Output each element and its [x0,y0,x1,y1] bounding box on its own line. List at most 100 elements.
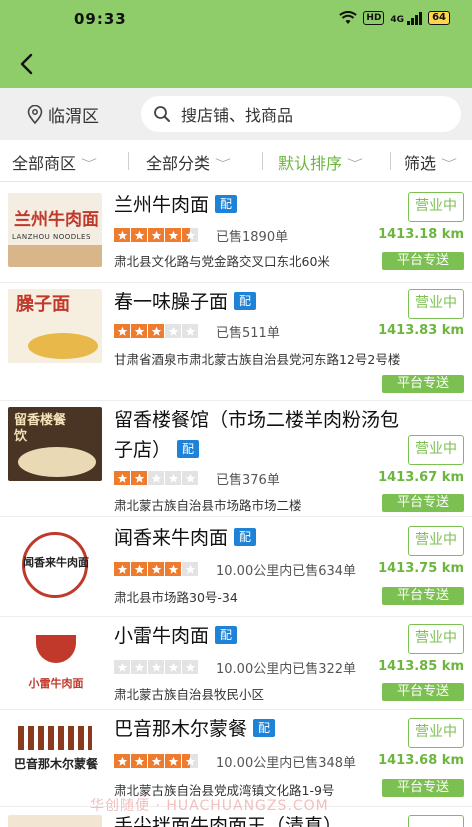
shop-item[interactable]: 闻香来牛肉面 闻香来牛肉面配 10.00公里内已售634单 肃北县市场路30号-… [0,517,472,617]
shop-thumbnail: 闻香来牛肉面 [8,530,102,604]
shop-name: 兰州牛肉面配 [114,190,238,220]
star-icon [131,471,147,485]
filter-area[interactable]: 全部商区 ﹀ [12,150,98,174]
thumb-subtitle: LANZHOU NOODLES [12,233,91,241]
shop-item[interactable]: 臊子面 春一味臊子面配 已售511单 甘肃省酒泉市肃北蒙古族自治县党河东路12号… [0,283,472,401]
shop-address: 肃北县市场路30号-34 [114,590,238,605]
filter-divider [390,152,391,170]
rating-stars [114,228,198,242]
star-icon [165,324,181,338]
star-icon [114,562,130,576]
star-icon [114,754,130,768]
rating-stars [114,660,198,674]
back-button[interactable] [14,50,40,78]
shop-item[interactable]: 巴音那木尔蒙餐 巴音那木尔蒙餐配 10.00公里内已售348单 肃北蒙古族自治县… [0,710,472,807]
chevron-down-icon: ﹀ [81,158,98,170]
open-status-button[interactable]: 营业中 [408,624,464,654]
battery-icon: 64 [428,11,450,25]
star-icon [148,324,164,338]
shop-name-text: 巴音那木尔蒙餐 [114,718,248,740]
search-bar: 临渭区 搜店铺、找商品 [0,88,472,140]
shop-name-text: 小雷牛肉面 [114,625,210,647]
open-status-button[interactable]: 营业中 [408,718,464,748]
rating-stars [114,754,198,768]
shop-name: 小雷牛肉面配 [114,621,238,651]
delivery-badge: 配 [215,626,238,644]
sold-count: 已售511单 [216,326,280,341]
nav-bar [0,40,472,88]
status-bar: 09:33 HD 4G 64 [0,0,472,40]
thumb-title: 闻香来牛肉面 [23,556,89,569]
star-icon [148,228,164,242]
shop-item[interactable]: 留香楼餐饮 留香楼餐馆（市场二楼羊肉粉汤包 子店） 配 已售376单 肃北蒙古族自… [0,401,472,517]
filter-area-label: 全部商区 [12,154,77,173]
shop-item[interactable]: 兰州牛肉面 LANZHOU NOODLES 兰州牛肉面配 已售1890单 肃北县… [0,182,472,283]
sold-count: 10.00公里内已售634单 [216,564,357,579]
hd-icon: HD [363,11,385,25]
delivery-badge: 配 [234,528,257,546]
star-icon [165,471,181,485]
shop-thumbnail: 臊子面 [8,289,102,363]
shop-thumbnail: 留香楼餐饮 [8,407,102,481]
star-icon [131,660,147,674]
star-icon [131,754,147,768]
shop-thumbnail: 巴音那木尔蒙餐 [8,722,102,796]
delivery-badge: 配 [215,195,238,213]
filter-category-label: 全部分类 [146,154,211,173]
platform-delivery-badge: 平台专送 [382,683,464,701]
shop-address: 甘肃省酒泉市肃北蒙古族自治县党河东路12号2号楼 [114,352,401,367]
search-icon [154,106,170,122]
shop-item[interactable]: 小雷牛肉面 小雷牛肉面配 10.00公里内已售322单 肃北蒙古族自治县牧民小区… [0,617,472,710]
open-status-button[interactable] [408,815,464,827]
filter-sort[interactable]: 默认排序 ﹀ [278,150,363,174]
thumb-title: 兰州牛肉面 [14,210,99,230]
platform-delivery-badge: 平台专送 [382,587,464,605]
shop-address: 肃北蒙古族自治县市场路市场二楼 [114,498,302,513]
delivery-badge: 配 [177,440,200,458]
shop-name-line1: 留香楼餐馆（市场二楼羊肉粉汤包 [114,409,400,431]
star-icon [182,324,198,338]
filter-category[interactable]: 全部分类 ﹀ [146,150,232,174]
star-icon [165,228,181,242]
star-icon [148,660,164,674]
signal-icon: 4G [390,11,423,25]
shop-name-text: 闻香来牛肉面 [114,527,229,549]
shop-name-text: 兰州牛肉面 [114,194,210,216]
star-icon [182,754,198,768]
platform-delivery-badge: 平台专送 [382,494,464,512]
search-placeholder: 搜店铺、找商品 [181,106,294,125]
platform-delivery-badge: 平台专送 [382,779,464,797]
star-icon [131,228,147,242]
filter-screen[interactable]: 筛选 ﹀ [404,150,457,174]
distance: 1413.75 km [378,561,464,576]
star-icon [182,228,198,242]
watermark: 华创随便 · HUACHUANGZS.COM [90,798,329,814]
sold-count: 10.00公里内已售348单 [216,756,357,771]
shop-name-text: 春一味臊子面 [114,291,229,313]
delivery-badge: 配 [253,719,276,737]
platform-delivery-badge: 平台专送 [382,252,464,270]
open-status-button[interactable]: 营业中 [408,435,464,465]
star-icon [114,228,130,242]
location-label: 临渭区 [48,107,99,127]
open-status-button[interactable]: 营业中 [408,526,464,556]
star-icon [114,324,130,338]
open-status-button[interactable]: 营业中 [408,192,464,222]
chevron-down-icon: ﹀ [215,158,232,170]
star-icon [182,562,198,576]
rating-stars [114,324,198,338]
distance: 1413.67 km [378,470,464,485]
sold-count: 10.00公里内已售322单 [216,662,357,677]
distance: 1413.83 km [378,323,464,338]
open-status-button[interactable]: 营业中 [408,289,464,319]
thumb-title: 留香楼餐饮 [14,413,67,444]
shop-thumbnail [8,815,102,827]
thumb-title: 臊子面 [16,294,70,315]
shop-name: 巴音那木尔蒙餐配 [114,714,276,744]
filter-sort-label: 默认排序 [278,154,343,173]
star-icon [182,471,198,485]
location-selector[interactable]: 临渭区 [26,102,99,127]
search-input[interactable]: 搜店铺、找商品 [141,96,461,132]
shop-list: 兰州牛肉面 LANZHOU NOODLES 兰州牛肉面配 已售1890单 肃北县… [0,182,472,827]
shop-name: 闻香来牛肉面配 [114,523,257,553]
